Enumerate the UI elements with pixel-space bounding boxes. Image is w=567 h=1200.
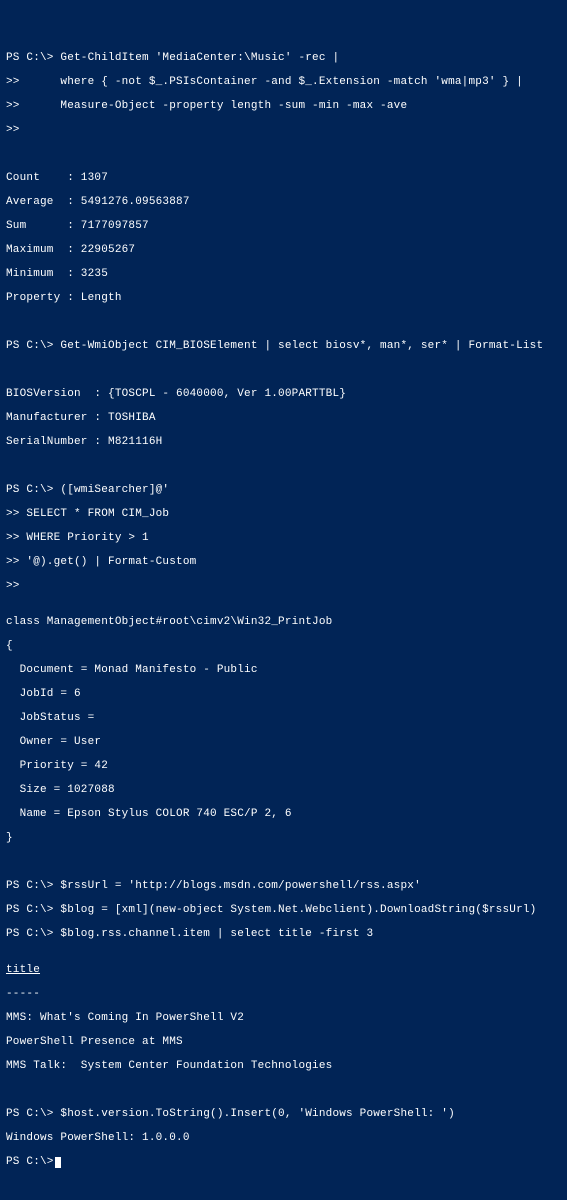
output-version: Windows PowerShell: 1.0.0.0 bbox=[6, 1132, 561, 1144]
terminal-line: >> Measure-Object -property length -sum … bbox=[6, 100, 561, 112]
output-maximum: Maximum : 22905267 bbox=[6, 244, 561, 256]
output-biosversion: BIOSVersion : {TOSCPL - 6040000, Ver 1.0… bbox=[6, 388, 561, 400]
terminal-line: PS C:\> Get-ChildItem 'MediaCenter:\Musi… bbox=[6, 52, 561, 64]
prompt-text: PS C:\> bbox=[6, 1156, 54, 1168]
terminal-line: PS C:\> ([wmiSearcher]@' bbox=[6, 484, 561, 496]
output-minimum: Minimum : 3235 bbox=[6, 268, 561, 280]
output-owner: Owner = User bbox=[6, 736, 561, 748]
output-header-title: title bbox=[6, 964, 561, 976]
output-jobid: JobId = 6 bbox=[6, 688, 561, 700]
prompt-line[interactable]: PS C:\> bbox=[6, 1156, 561, 1168]
output-size: Size = 1027088 bbox=[6, 784, 561, 796]
terminal-line: PS C:\> $rssUrl = 'http://blogs.msdn.com… bbox=[6, 880, 561, 892]
output-property: Property : Length bbox=[6, 292, 561, 304]
terminal-line: >> where { -not $_.PSIsContainer -and $_… bbox=[6, 76, 561, 88]
output-class: class ManagementObject#root\cimv2\Win32_… bbox=[6, 616, 561, 628]
output-jobstatus: JobStatus = bbox=[6, 712, 561, 724]
cursor-icon bbox=[55, 1157, 61, 1168]
output-manufacturer: Manufacturer : TOSHIBA bbox=[6, 412, 561, 424]
output-serialnumber: SerialNumber : M821116H bbox=[6, 436, 561, 448]
output-rss-item: MMS: What's Coming In PowerShell V2 bbox=[6, 1012, 561, 1024]
output-header-sep: ----- bbox=[6, 988, 561, 1000]
terminal-line: >> SELECT * FROM CIM_Job bbox=[6, 508, 561, 520]
output-rss-item: MMS Talk: System Center Foundation Techn… bbox=[6, 1060, 561, 1072]
output-sum: Sum : 7177097857 bbox=[6, 220, 561, 232]
output-average: Average : 5491276.09563887 bbox=[6, 196, 561, 208]
terminal-line: } bbox=[6, 832, 561, 844]
terminal-line: PS C:\> $blog.rss.channel.item | select … bbox=[6, 928, 561, 940]
terminal-line: >> WHERE Priority > 1 bbox=[6, 532, 561, 544]
output-document: Document = Monad Manifesto - Public bbox=[6, 664, 561, 676]
terminal-line: PS C:\> Get-WmiObject CIM_BIOSElement | … bbox=[6, 340, 561, 352]
terminal-line: PS C:\> $host.version.ToString().Insert(… bbox=[6, 1108, 561, 1120]
output-name: Name = Epson Stylus COLOR 740 ESC/P 2, 6 bbox=[6, 808, 561, 820]
terminal-line: PS C:\> $blog = [xml](new-object System.… bbox=[6, 904, 561, 916]
terminal-line: { bbox=[6, 640, 561, 652]
output-count: Count : 1307 bbox=[6, 172, 561, 184]
output-priority: Priority = 42 bbox=[6, 760, 561, 772]
terminal-line: >> bbox=[6, 580, 561, 592]
terminal-line: >> bbox=[6, 124, 561, 136]
terminal-line: >> '@).get() | Format-Custom bbox=[6, 556, 561, 568]
output-rss-item: PowerShell Presence at MMS bbox=[6, 1036, 561, 1048]
